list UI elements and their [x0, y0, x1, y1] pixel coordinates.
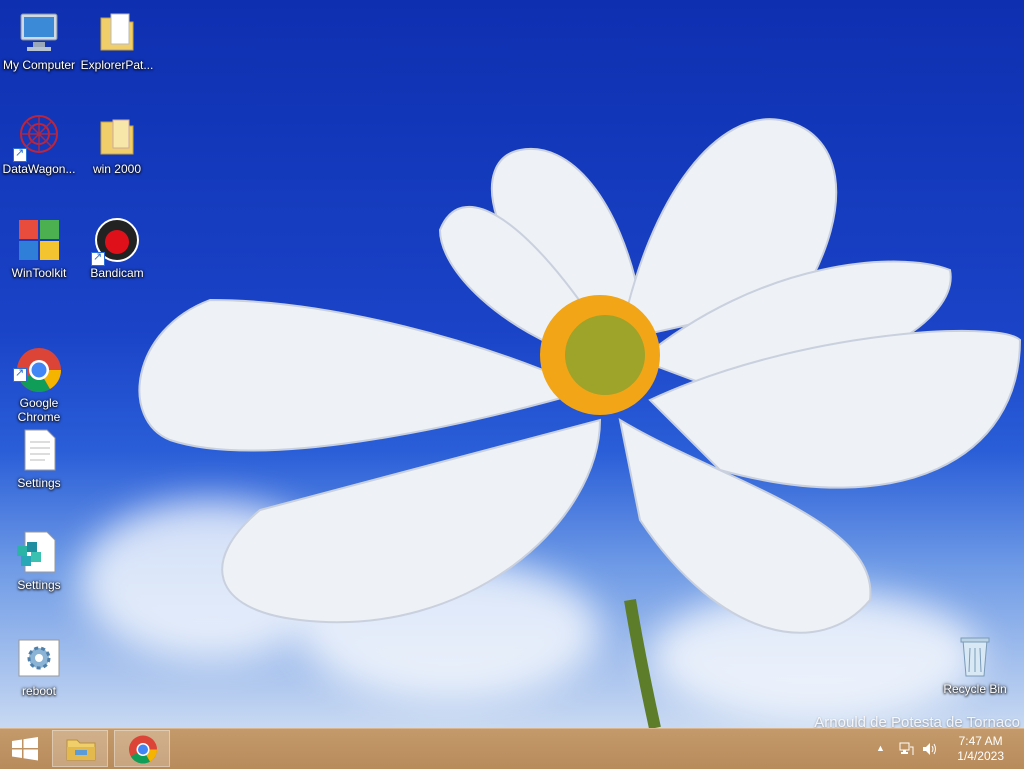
- clock-date: 1/4/2023: [957, 749, 1004, 763]
- start-button[interactable]: [0, 730, 50, 767]
- flower-wallpaper: [138, 118, 1022, 728]
- recycle-bin-icon: [951, 632, 999, 680]
- shortcut-arrow-icon: [13, 366, 27, 382]
- desktop-icon-reboot[interactable]: reboot: [0, 634, 78, 698]
- taskbar-file-explorer[interactable]: [52, 730, 108, 767]
- icon-label: DataWagon...: [2, 162, 76, 176]
- taskbar: ▲ 7:47 AM 1/4/2023: [0, 728, 1024, 769]
- desktop-icon-my-computer[interactable]: My Computer: [0, 8, 78, 72]
- icon-label: reboot: [21, 684, 57, 698]
- folder-icon: [93, 112, 141, 160]
- desktop-background: My Computer ExplorerPat... DataWagon... …: [0, 0, 1024, 728]
- bandicam-icon: [91, 216, 141, 266]
- shortcut-arrow-icon: [13, 146, 27, 162]
- desktop-icon-settings-text[interactable]: Settings: [0, 426, 78, 490]
- desktop-icon-datawagon[interactable]: DataWagon...: [0, 112, 78, 176]
- computer-icon: [15, 8, 63, 56]
- show-hidden-icons-chevron-icon[interactable]: ▲: [876, 743, 885, 753]
- registry-icon: [15, 528, 63, 576]
- desktop-icon-bandicam[interactable]: Bandicam: [78, 216, 156, 280]
- datawagon-icon: [13, 112, 63, 162]
- icon-label: Settings: [17, 476, 61, 490]
- icon-label: Google Chrome: [17, 396, 61, 424]
- folder-icon: [93, 8, 141, 56]
- icon-label: WinToolkit: [11, 266, 67, 280]
- desktop-icon-win-2000[interactable]: win 2000: [78, 112, 156, 176]
- wallpaper-credit: Arnould de Potesta de Tornaco: [814, 714, 1020, 728]
- taskbar-clock[interactable]: 7:47 AM 1/4/2023: [957, 734, 1004, 764]
- windows-logo-icon: [12, 737, 38, 761]
- gear-icon: [15, 634, 63, 682]
- clock-time: 7:47 AM: [958, 734, 1003, 748]
- chrome-icon: [129, 735, 157, 764]
- taskbar-google-chrome[interactable]: [114, 730, 170, 767]
- desktop-icon-recycle-bin[interactable]: Recycle Bin: [936, 632, 1014, 696]
- volume-icon[interactable]: [921, 741, 937, 760]
- desktop-icon-settings-registry[interactable]: Settings: [0, 528, 78, 592]
- icon-label: My Computer: [2, 58, 76, 72]
- icon-label: Bandicam: [90, 266, 144, 280]
- icon-label: ExplorerPat...: [80, 58, 154, 72]
- text-file-icon: [15, 426, 63, 474]
- chrome-icon: [13, 332, 63, 392]
- desktop-icon-wintoolkit[interactable]: WinToolkit: [0, 216, 78, 280]
- icon-label: Settings: [17, 578, 61, 592]
- desktop-icon-explorerpat[interactable]: ExplorerPat...: [78, 8, 156, 72]
- wintoolkit-icon: [15, 216, 63, 264]
- network-icon[interactable]: [898, 741, 914, 760]
- folder-icon: [66, 739, 96, 761]
- desktop-icon-google-chrome[interactable]: Google Chrome: [0, 318, 78, 438]
- icon-label: Recycle Bin: [943, 682, 1007, 696]
- icon-label: win 2000: [92, 162, 142, 176]
- shortcut-arrow-icon: [91, 250, 105, 266]
